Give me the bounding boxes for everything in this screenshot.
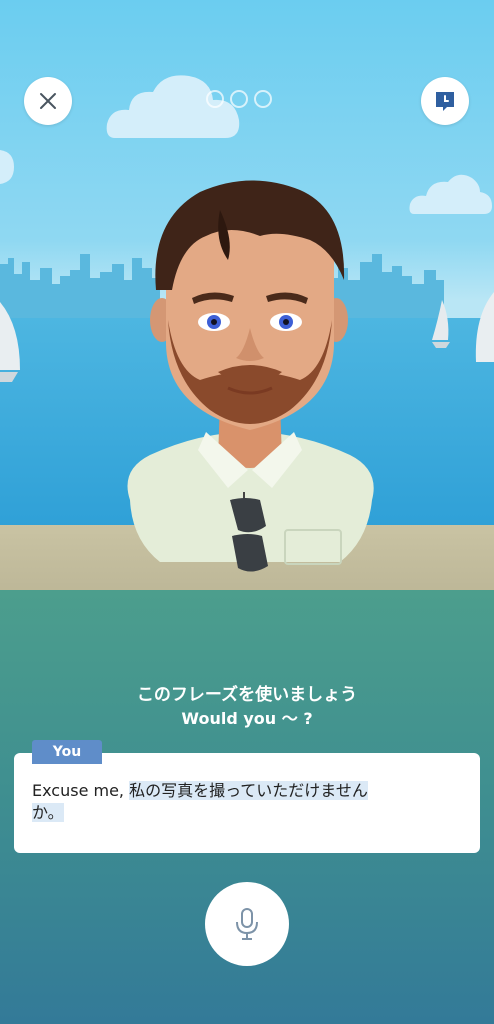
prompt-english: Would you 〜 ? <box>181 709 313 728</box>
sailboat <box>475 292 494 362</box>
prompt-japanese: このフレーズを使いましょう <box>136 685 358 705</box>
conversation-screen: このフレーズを使いましょう Would you 〜 ? Excuse me, 私… <box>0 0 494 1024</box>
sailboat <box>432 300 450 348</box>
close-icon <box>40 93 56 109</box>
chat-clock-icon <box>436 92 454 111</box>
progress-dot <box>230 90 248 108</box>
response-text: Excuse me, 私の写真を撮っていただけませんか。 <box>32 780 392 824</box>
microphone-icon <box>236 908 258 940</box>
avatar-character <box>127 180 374 572</box>
hint-button[interactable] <box>421 77 469 125</box>
sailboat <box>0 302 20 382</box>
progress-dot <box>254 90 272 108</box>
cloud <box>0 150 14 184</box>
response-card: Excuse me, 私の写真を撮っていただけませんか。 <box>14 753 480 853</box>
progress-dots <box>206 90 272 108</box>
speaker-tag: You <box>32 740 102 764</box>
microphone-button[interactable] <box>205 882 289 966</box>
cloud <box>409 174 492 214</box>
close-button[interactable] <box>24 77 72 125</box>
progress-dot <box>206 90 224 108</box>
response-prefix: Excuse me, <box>32 781 130 800</box>
phrase-prompt: このフレーズを使いましょう Would you 〜 ? <box>0 683 494 731</box>
